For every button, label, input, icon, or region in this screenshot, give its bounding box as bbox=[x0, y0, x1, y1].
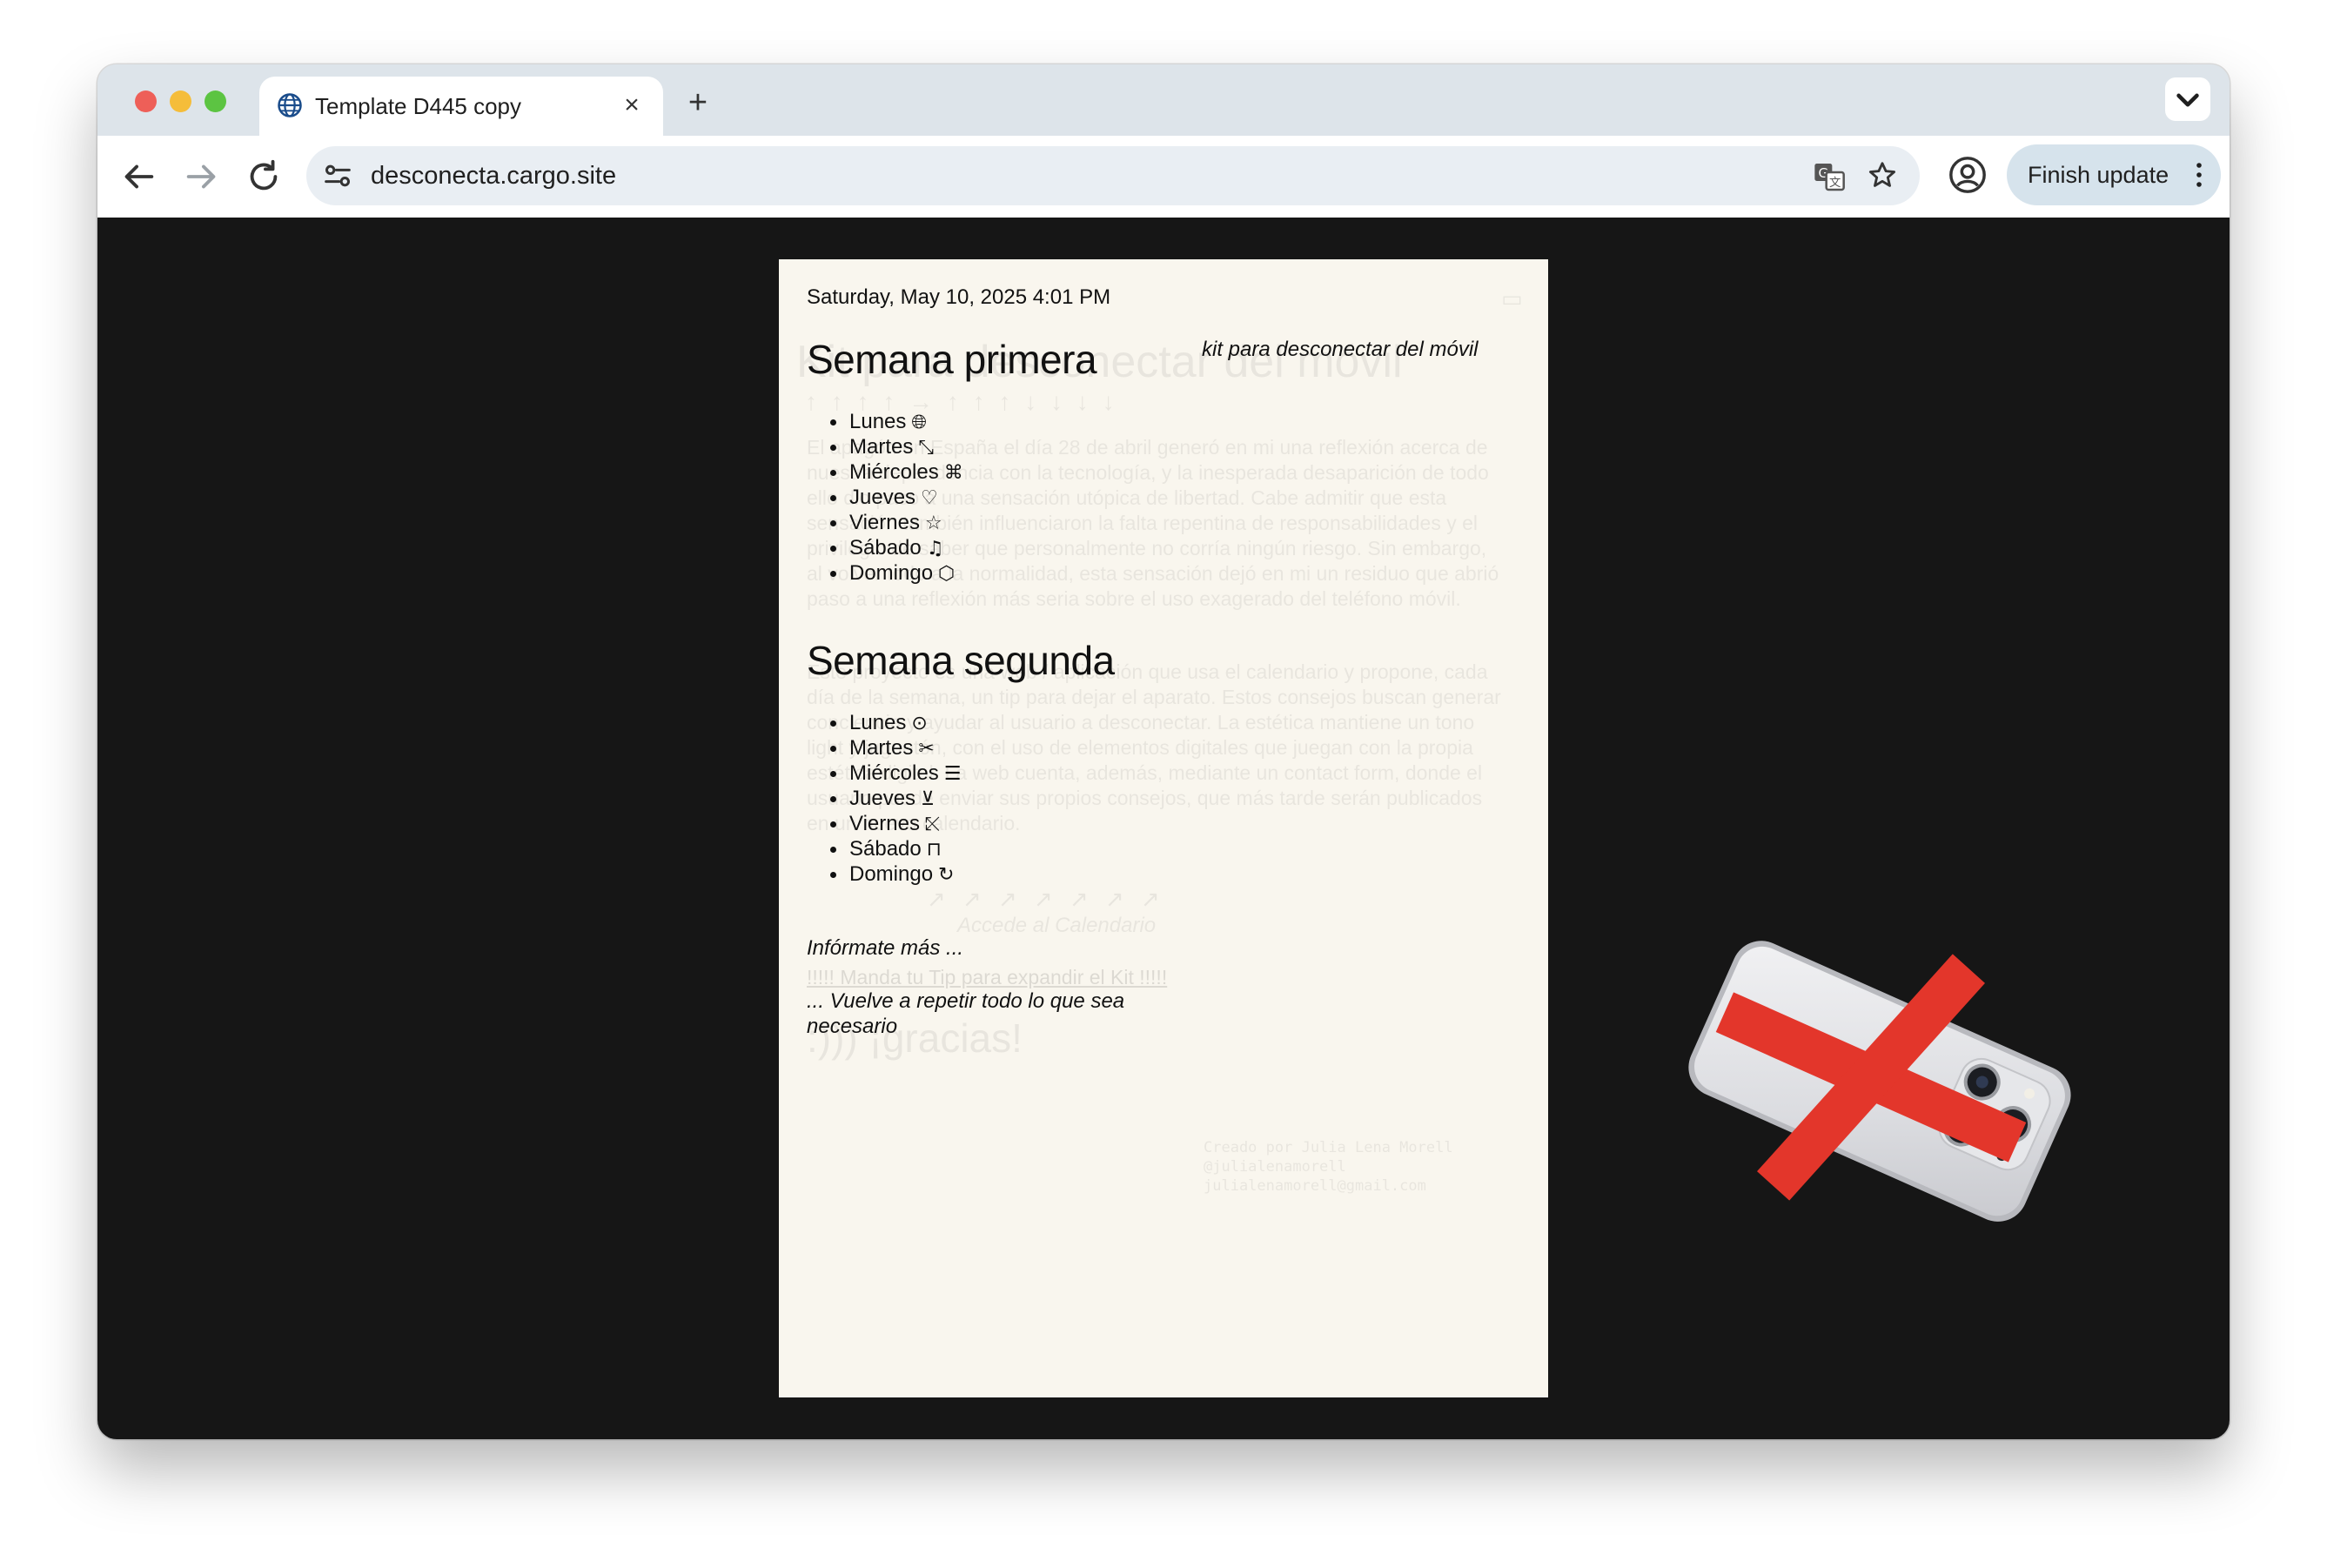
expand-arrows-icon: ⤡ bbox=[918, 437, 934, 459]
finish-update-label: Finish update bbox=[2028, 162, 2169, 188]
scissors-icon: ✂ bbox=[918, 738, 935, 760]
forward-arrow-icon[interactable] bbox=[182, 157, 222, 197]
day-item[interactable]: Martes ⤡ bbox=[807, 434, 963, 459]
profile-icon[interactable] bbox=[1948, 155, 1988, 195]
credit-line: Creado por Julia Lena Morell bbox=[1204, 1139, 1453, 1156]
credit-line[interactable]: @julialenamorell bbox=[1204, 1157, 1453, 1176]
calendar-icon: ▭ bbox=[1501, 285, 1523, 312]
back-arrow-icon[interactable] bbox=[118, 157, 158, 197]
week-one-list: Lunes 🌐︎ Martes ⤡ Miércoles ⌘ Jueves ♡ Viern… bbox=[807, 409, 963, 586]
day-item[interactable]: Miércoles ⌘ bbox=[807, 459, 963, 485]
finish-update-button[interactable]: Finish update bbox=[2007, 144, 2221, 205]
kit-label[interactable]: kit para desconectar del móvil bbox=[1202, 338, 1478, 362]
close-icon[interactable]: × bbox=[616, 90, 647, 121]
day-label: Sábado bbox=[849, 837, 922, 861]
day-item[interactable]: Sábado ♫ bbox=[807, 535, 963, 560]
translate-icon[interactable]: G 文 bbox=[1812, 159, 1847, 194]
kebab-menu-icon[interactable] bbox=[2195, 161, 2203, 189]
day-item[interactable]: Jueves ♡ bbox=[807, 485, 963, 510]
content-card: ▭ Kit para desconectar del móvil ↑ ↑ ↑ ↑… bbox=[779, 259, 1548, 1397]
day-label: Viernes bbox=[849, 812, 920, 835]
calendar-link[interactable]: Accede al Calendario bbox=[957, 914, 1156, 938]
tab-strip: Template D445 copy × + bbox=[97, 64, 2230, 136]
site-info-icon[interactable] bbox=[320, 158, 355, 193]
day-label: Martes bbox=[849, 736, 914, 760]
day-label: Sábado bbox=[849, 536, 922, 560]
week-two-list: Lunes ⊙ Martes ✂ Miércoles ☰ Jueves ⊻ Vierne… bbox=[807, 710, 961, 887]
day-item[interactable]: Miércoles ☰ bbox=[807, 761, 961, 786]
reload-icon[interactable] bbox=[244, 157, 284, 197]
date-time: Saturday, May 10, 2025 4:01 PM bbox=[807, 285, 1111, 309]
power-bolt-icon: ⊙ bbox=[911, 713, 928, 734]
send-tip-link[interactable]: !!!!! Manda tu Tip para expandir el Kit … bbox=[807, 966, 1167, 989]
cart-icon: ⊻ bbox=[921, 788, 935, 810]
bag-icon: ⊓ bbox=[926, 839, 942, 861]
svg-text:文: 文 bbox=[1829, 176, 1841, 190]
globe-icon: 🌐︎ bbox=[911, 412, 927, 433]
week-one-title: Semana primera bbox=[807, 337, 1097, 382]
day-item[interactable]: Jueves ⊻ bbox=[807, 786, 961, 811]
url-text[interactable]: desconecta.cargo.site bbox=[371, 146, 616, 205]
globe-icon bbox=[278, 93, 302, 117]
tab-title: Template D445 copy bbox=[315, 93, 522, 119]
repeat-link[interactable]: ... Vuelve a repetir todo lo que sea nec… bbox=[807, 988, 1190, 1039]
refresh-icon: ↻ bbox=[938, 864, 955, 886]
day-item[interactable]: Viernes ⤪ bbox=[807, 811, 961, 836]
day-label: Lunes bbox=[849, 410, 907, 433]
minimize-window-button[interactable] bbox=[170, 90, 191, 112]
active-tab[interactable]: Template D445 copy × bbox=[259, 77, 663, 136]
music-note-icon: ♫ bbox=[926, 538, 944, 560]
week-two-title: Semana segunda bbox=[807, 638, 1115, 683]
day-label: Domingo bbox=[849, 862, 934, 886]
day-item[interactable]: Lunes 🌐︎ bbox=[807, 409, 963, 434]
chevron-down-icon bbox=[2176, 93, 2199, 107]
command-icon: ⌘ bbox=[943, 462, 963, 484]
day-label: Lunes bbox=[849, 711, 907, 734]
day-label: Jueves bbox=[849, 787, 916, 810]
lines-icon: ☰ bbox=[943, 763, 962, 785]
day-item[interactable]: Martes ✂ bbox=[807, 735, 961, 761]
page-viewport: ▭ Kit para desconectar del móvil ↑ ↑ ↑ ↑… bbox=[97, 218, 2230, 1439]
credit-line[interactable]: julialenamorell@gmail.com bbox=[1204, 1176, 1453, 1196]
address-bar[interactable]: desconecta.cargo.site G 文 bbox=[306, 146, 1920, 205]
day-item[interactable]: Domingo ↻ bbox=[807, 861, 961, 887]
collapse-arrows-icon: ⤪ bbox=[924, 814, 941, 835]
maximize-window-button[interactable] bbox=[205, 90, 226, 112]
day-label: Domingo bbox=[849, 561, 934, 585]
close-window-button[interactable] bbox=[135, 90, 157, 112]
browser-window: Template D445 copy × + desconecta.cargo.… bbox=[97, 64, 2230, 1439]
cube-icon: ⬡ bbox=[938, 563, 956, 585]
star-icon[interactable] bbox=[1866, 159, 1899, 192]
background-arrows-2: ↗ ↗ ↗ ↗ ↗ ↗ ↗ bbox=[927, 886, 1165, 912]
credits: Creado por Julia Lena Morell @julialenam… bbox=[1204, 1138, 1453, 1196]
day-label: Viernes bbox=[849, 511, 920, 534]
tab-search-button[interactable] bbox=[2165, 77, 2210, 121]
crossed-phone-graphic bbox=[1688, 941, 2071, 1222]
day-item[interactable]: Domingo ⬡ bbox=[807, 560, 963, 586]
star-outline-icon: ☆ bbox=[924, 513, 942, 534]
day-label: Miércoles bbox=[849, 460, 939, 484]
day-item[interactable]: Viernes ☆ bbox=[807, 510, 963, 535]
day-item[interactable]: Lunes ⊙ bbox=[807, 710, 961, 735]
plus-icon[interactable]: + bbox=[679, 84, 717, 122]
informate-link[interactable]: Infórmate más ... bbox=[807, 936, 963, 961]
day-label: Martes bbox=[849, 435, 914, 459]
browser-toolbar: desconecta.cargo.site G 文 Finish update bbox=[97, 136, 2230, 218]
heart-icon: ♡ bbox=[921, 487, 938, 509]
day-label: Miércoles bbox=[849, 761, 939, 785]
day-label: Jueves bbox=[849, 486, 916, 509]
day-item[interactable]: Sábado ⊓ bbox=[807, 836, 961, 861]
